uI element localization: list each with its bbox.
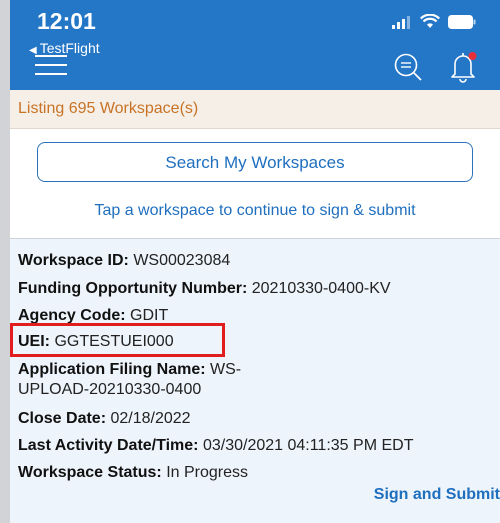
listing-count-bar: Listing 695 Workspace(s): [10, 90, 500, 129]
close-date-value: 02/18/2022: [110, 410, 191, 427]
navigation-bar: 12:01 ◀ TestFlight: [10, 0, 500, 90]
field-label: Workspace Status:: [18, 464, 162, 481]
close-date-row: Close Date: 02/18/2022: [18, 410, 191, 428]
signal-icon: [392, 15, 410, 29]
field-label: Agency Code:: [18, 307, 126, 324]
back-to-testflight[interactable]: ◀ TestFlight: [29, 40, 100, 56]
field-label: Application Filing Name:: [18, 361, 206, 378]
menu-icon[interactable]: [35, 55, 67, 82]
field-label: Close Date:: [18, 410, 107, 427]
last-activity-row: Last Activity Date/Time: 03/30/2021 04:1…: [18, 437, 413, 455]
workspace-id-row: Workspace ID: WS00023084: [18, 252, 230, 270]
field-label: Workspace ID:: [18, 252, 129, 269]
uei-highlight-box: [10, 323, 225, 357]
field-label: Funding Opportunity Number:: [18, 280, 248, 297]
last-activity-value: 03/30/2021 04:11:35 PM EDT: [202, 437, 414, 454]
funding-opportunity-row: Funding Opportunity Number: 20210330-040…: [18, 280, 391, 298]
search-workspaces-button[interactable]: Search My Workspaces: [37, 142, 473, 182]
application-filing-name-row-2: UPLOAD-20210330-0400: [18, 381, 201, 399]
workspace-status-value: In Progress: [166, 464, 249, 481]
application-filing-name-row: Application Filing Name: WS-: [18, 361, 241, 379]
notification-dot: [468, 52, 477, 60]
funding-opportunity-value: 20210330-0400-KV: [251, 280, 391, 297]
field-label: Last Activity Date/Time:: [18, 437, 199, 454]
tap-hint-text: Tap a workspace to continue to sign & su…: [94, 202, 416, 219]
workspace-id-value: WS00023084: [133, 252, 231, 269]
filing-name-value-line-1: WS-: [210, 361, 242, 378]
search-icon[interactable]: [393, 52, 423, 82]
workspace-status-row: Workspace Status: In Progress: [18, 464, 248, 482]
back-app-label: TestFlight: [39, 40, 100, 56]
wifi-icon: [420, 14, 440, 28]
filing-name-value-line-2: UPLOAD-20210330-0400: [18, 381, 202, 398]
sign-and-submit-link[interactable]: Sign and Submit: [374, 486, 500, 504]
bell-icon[interactable]: [446, 48, 480, 84]
battery-icon: [448, 14, 476, 29]
listing-count-text: Listing 695 Workspace(s): [18, 100, 199, 117]
status-icons: [392, 14, 476, 29]
app-screen: 12:01 ◀ TestFlight Listing 695 Workspace…: [10, 0, 500, 523]
agency-code-value: GDIT: [130, 307, 169, 324]
status-time: 12:01: [37, 8, 96, 34]
